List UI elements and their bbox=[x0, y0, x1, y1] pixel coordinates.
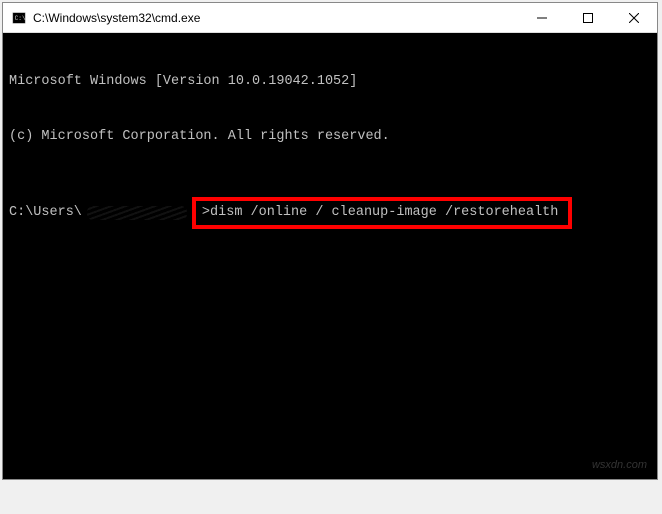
cmd-window: C:\ C:\Windows\system32\cmd.exe Microsof… bbox=[2, 2, 658, 480]
terminal-output-line: Microsoft Windows [Version 10.0.19042.10… bbox=[9, 73, 651, 91]
window-controls bbox=[519, 3, 657, 32]
titlebar[interactable]: C:\ C:\Windows\system32\cmd.exe bbox=[3, 3, 657, 33]
command-highlight: >dism /online / cleanup-image /restorehe… bbox=[192, 197, 572, 229]
watermark: wsxdn.com bbox=[592, 458, 647, 473]
minimize-button[interactable] bbox=[519, 3, 565, 32]
maximize-button[interactable] bbox=[565, 3, 611, 32]
terminal-output-line: (c) Microsoft Corporation. All rights re… bbox=[9, 128, 651, 146]
window-title: C:\Windows\system32\cmd.exe bbox=[33, 11, 519, 25]
command-text: >dism /online / cleanup-image /restorehe… bbox=[202, 205, 558, 220]
prompt-line: C:\Users\ >dism /online / cleanup-image /… bbox=[9, 197, 651, 229]
cmd-icon: C:\ bbox=[11, 10, 27, 26]
close-button[interactable] bbox=[611, 3, 657, 32]
prompt-path: C:\Users\ bbox=[9, 204, 82, 222]
terminal-area[interactable]: Microsoft Windows [Version 10.0.19042.10… bbox=[3, 33, 657, 479]
svg-text:C:\: C:\ bbox=[15, 14, 26, 21]
redacted-username bbox=[82, 204, 192, 222]
